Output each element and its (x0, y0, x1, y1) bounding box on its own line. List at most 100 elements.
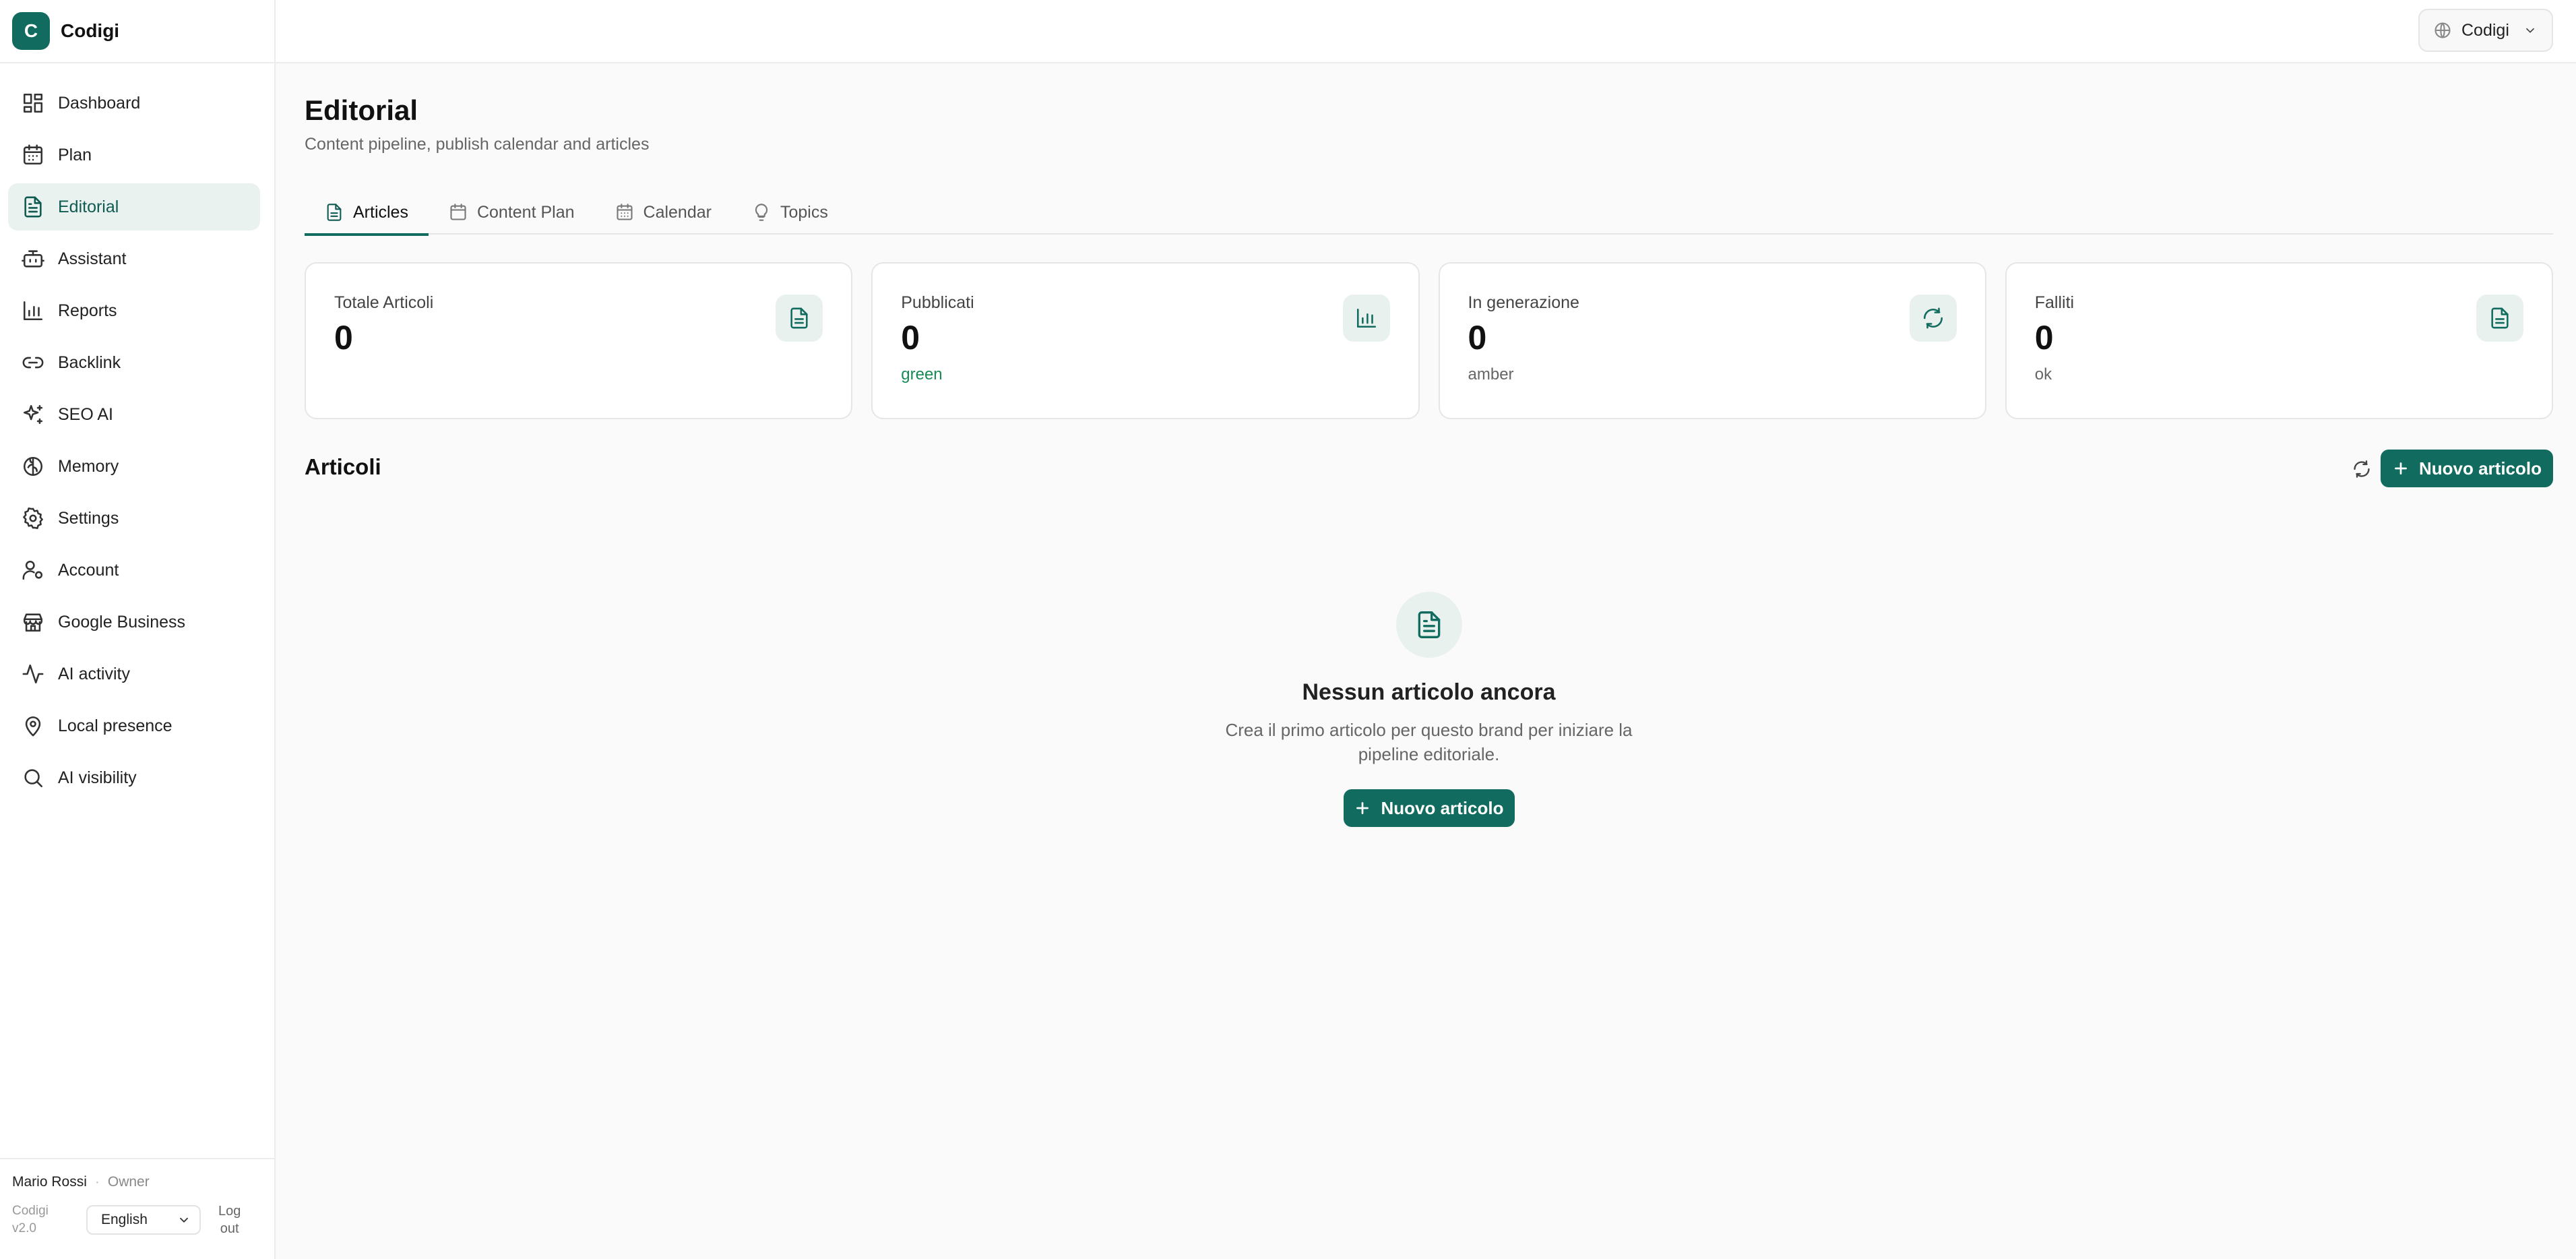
gear-icon (23, 507, 43, 530)
empty-state-title: Nessun articolo ancora (1302, 679, 1556, 705)
empty-new-article-label: Nuovo articolo (1381, 797, 1504, 818)
logout-label-1: Log (218, 1204, 241, 1219)
tab-label: Calendar (643, 202, 712, 222)
tab-calendar[interactable]: Calendar (595, 190, 732, 235)
topbar: Codigi (276, 0, 2576, 63)
plus-icon (2395, 462, 2407, 474)
empty-state: Nessun articolo ancora Crea il primo art… (305, 592, 2553, 827)
stat-value: 0 (901, 319, 920, 357)
stat-card-total: Totale Articoli 0 (305, 262, 853, 419)
main-content: Editorial Content pipeline, publish cale… (276, 65, 2576, 1259)
logout-button[interactable]: Log out (218, 1202, 241, 1237)
sidebar-item-label: Reports (58, 301, 117, 320)
brand-selector-value: Codigi (2461, 20, 2509, 40)
tab-topics[interactable]: Topics (732, 190, 848, 235)
stat-card-published: Pubblicati 0 green (871, 262, 1420, 419)
stat-note: ok (2034, 365, 2052, 383)
empty-new-article-button[interactable]: Nuovo articolo (1343, 789, 1515, 827)
new-article-label: Nuovo articolo (2418, 458, 2542, 479)
sidebar-item-seo-ai[interactable]: SEO AI (8, 391, 260, 438)
sidebar-item-reports[interactable]: Reports (8, 287, 260, 334)
stat-value: 0 (2034, 319, 2054, 357)
sidebar-item-label: Local presence (58, 716, 172, 735)
chevron-down-icon (179, 1217, 189, 1223)
file-text-icon (24, 196, 42, 218)
refresh-button[interactable] (2346, 453, 2378, 485)
link-icon (22, 357, 44, 369)
separator: · (94, 1174, 100, 1190)
file-text-icon (1418, 611, 1440, 638)
brand-selector[interactable]: Codigi (2418, 9, 2553, 52)
stat-value: 0 (334, 319, 353, 357)
version-number: v2.0 (12, 1221, 36, 1235)
sidebar-item-label: Editorial (58, 197, 119, 216)
user-name: Mario Rossi (12, 1174, 87, 1190)
footer-controls: Codigi v2.0 English Log out (12, 1202, 262, 1237)
user-cog-icon (22, 560, 43, 580)
bar-chart-icon (1356, 308, 1376, 328)
stat-card-generating: In generazione 0 amber (1438, 262, 1986, 419)
sidebar-nav: Dashboard Plan Editorial Assistant Repor… (8, 80, 260, 806)
articles-section-title: Articoli (305, 454, 381, 479)
lightbulb-icon (755, 204, 768, 221)
sidebar-item-label: Backlink (58, 352, 121, 372)
map-pin-icon (25, 716, 41, 737)
sidebar-item-memory[interactable]: Memory (8, 443, 260, 490)
sidebar-item-label: AI visibility (58, 768, 137, 787)
sidebar: C Codigi Dashboard Plan Editorial Assist… (0, 0, 276, 1259)
activity-icon (22, 664, 44, 684)
sidebar-item-label: Memory (58, 456, 119, 476)
stat-note: amber (1468, 365, 1514, 383)
version-name: Codigi (12, 1204, 49, 1218)
stat-label: Falliti (2034, 293, 2075, 312)
search-icon (24, 769, 43, 788)
file-text-icon (2491, 307, 2509, 329)
tab-label: Content Plan (476, 202, 575, 222)
sidebar-item-plan[interactable]: Plan (8, 131, 260, 179)
stat-label: In generazione (1468, 293, 1579, 312)
sidebar-item-dashboard[interactable]: Dashboard (8, 80, 260, 127)
sidebar-item-local-presence[interactable]: Local presence (8, 702, 260, 749)
chevron-down-icon (2525, 28, 2534, 33)
sidebar-item-label: Assistant (58, 249, 127, 268)
user-role: Owner (107, 1174, 150, 1190)
sidebar-item-editorial[interactable]: Editorial (8, 183, 260, 231)
brand-logo: C (12, 12, 50, 50)
sidebar-item-assistant[interactable]: Assistant (8, 235, 260, 282)
sidebar-item-backlink[interactable]: Backlink (8, 339, 260, 386)
plus-icon (1356, 802, 1369, 814)
stat-icon-box (1909, 295, 1957, 342)
sidebar-item-google-business[interactable]: Google Business (8, 598, 260, 646)
bot-icon (22, 250, 44, 268)
sidebar-item-label: Dashboard (58, 93, 141, 113)
sidebar-item-label: Google Business (58, 612, 186, 632)
language-select[interactable]: English (86, 1205, 201, 1235)
sidebar-item-label: AI activity (58, 664, 130, 683)
new-article-button[interactable]: Nuovo articolo (2381, 450, 2553, 487)
stat-icon-box (776, 295, 823, 342)
brand-header[interactable]: C Codigi (0, 0, 274, 63)
tab-label: Topics (780, 202, 828, 222)
sidebar-item-label: Settings (58, 508, 119, 528)
stat-card-failed: Falliti 0 ok (2005, 262, 2553, 419)
sidebar-item-ai-visibility[interactable]: AI visibility (8, 754, 260, 801)
brand-name: Codigi (61, 20, 120, 41)
sidebar-item-ai-activity[interactable]: AI activity (8, 650, 260, 698)
page-subtitle: Content pipeline, publish calendar and a… (305, 135, 650, 154)
calendar-icon (450, 204, 466, 220)
tab-bar: Articles Content Plan Calendar Topics (305, 190, 2553, 236)
sidebar-item-account[interactable]: Account (8, 547, 260, 594)
stat-icon-box (1342, 295, 1390, 342)
tab-articles[interactable]: Articles (305, 190, 429, 236)
store-icon (23, 613, 43, 632)
stat-icon-box (2476, 295, 2523, 342)
calendar-icon (23, 144, 43, 165)
sidebar-footer: Mario Rossi · Owner Codigi v2.0 English … (0, 1158, 274, 1259)
stat-value: 0 (1468, 319, 1487, 357)
empty-state-icon-box (1395, 592, 1462, 658)
sidebar-item-settings[interactable]: Settings (8, 495, 260, 542)
logout-label-2: out (220, 1221, 239, 1236)
user-info: Mario Rossi · Owner (12, 1174, 262, 1190)
tab-content-plan[interactable]: Content Plan (429, 190, 595, 235)
file-text-icon (790, 307, 808, 329)
